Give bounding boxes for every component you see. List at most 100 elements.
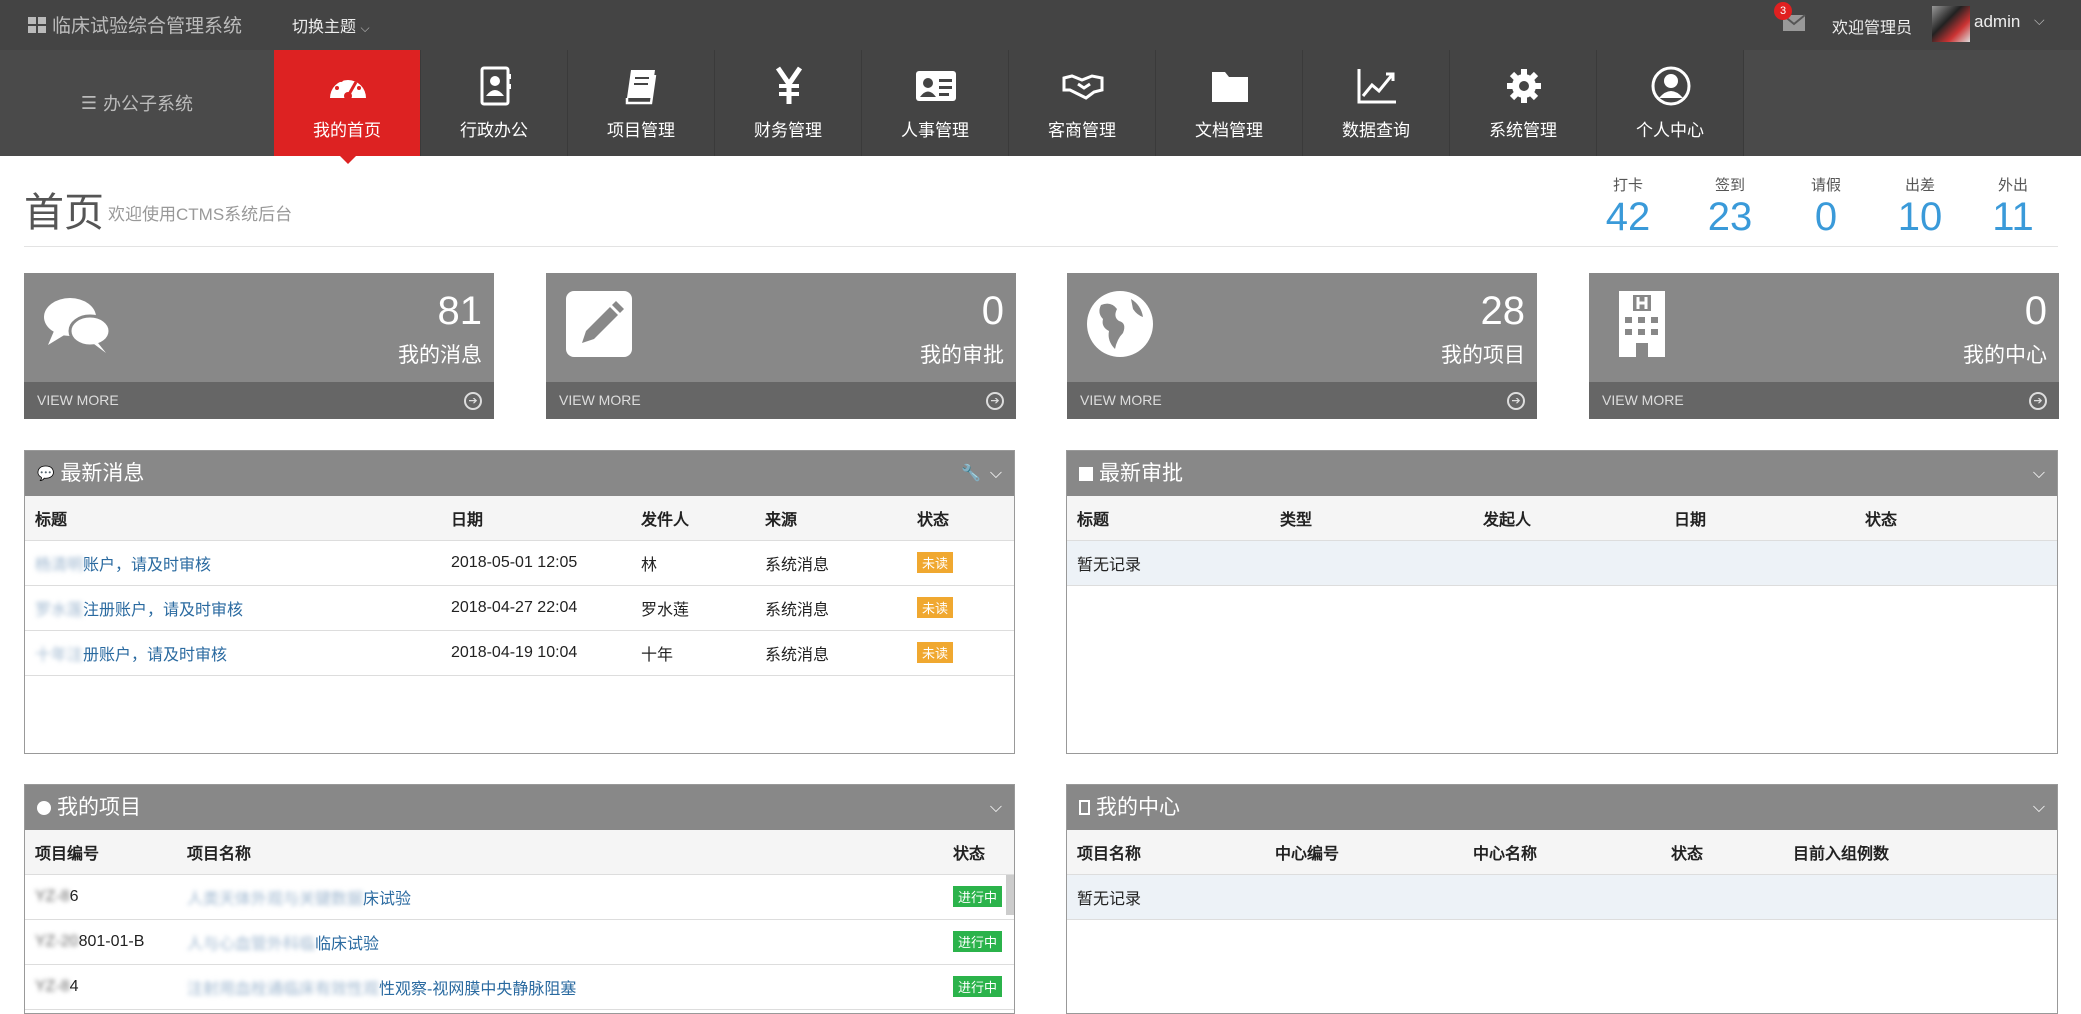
- status-badge: 未读: [917, 552, 954, 573]
- stat-clock-in: 打卡 42: [1588, 174, 1668, 239]
- project-code: YZ-84: [25, 964, 177, 1010]
- tile-my-messages[interactable]: 81 我的消息 VIEW MORE ➔: [24, 273, 494, 419]
- project-name-link[interactable]: 人与心血管外科临临床试验: [177, 919, 943, 965]
- column-header: 状态: [943, 830, 1014, 875]
- nav-item-finance[interactable]: 财务管理: [715, 50, 862, 156]
- subsystem-label: 办公子系统: [103, 94, 194, 114]
- stat-outing: 外出 11: [1973, 174, 2053, 239]
- arrow-right-icon: ➔: [464, 392, 482, 410]
- projects-table: 项目编号 项目名称 状态 YZ-86 人类天体外观与关键数据床试验 进行中 YZ…: [25, 830, 1014, 1010]
- table-row[interactable]: 罗水莲注册账户，请及时审核 2018-04-27 22:04 罗水莲 系统消息 …: [25, 585, 1014, 631]
- panel-my-projects: 我的项目 ⌵ 项目编号 项目名称 状态 YZ-86 人类天体外观与关键数据床试验…: [24, 784, 1015, 1014]
- chevron-down-icon[interactable]: ⌵: [990, 465, 1002, 482]
- nav-item-system[interactable]: 系统管理: [1450, 50, 1597, 156]
- table-header-row: 项目名称 中心编号 中心名称 状态 目前入组例数: [1067, 830, 2057, 875]
- user-menu[interactable]: admin: [1974, 12, 2020, 32]
- chevron-down-icon[interactable]: ⌵: [2033, 799, 2045, 816]
- status-badge: 进行中: [953, 886, 1003, 907]
- stat-label: 请假: [1810, 177, 1841, 194]
- redacted-text: YZ-20: [35, 932, 79, 950]
- top-bar: 临床试验综合管理系统 切换主题 ⌵ 3 欢迎管理员 admin ⌵: [0, 0, 2081, 50]
- nav-item-admin-office[interactable]: 行政办公: [421, 50, 568, 156]
- globe-icon: [37, 800, 51, 815]
- contacts-book-icon: [480, 66, 511, 106]
- user-circle-icon: [1651, 66, 1691, 106]
- message-source: 系统消息: [755, 630, 907, 676]
- message-title-link[interactable]: 罗水莲注册账户，请及时审核: [25, 585, 441, 631]
- nav-item-projects[interactable]: 项目管理: [568, 50, 715, 156]
- tile-label: 我的审批: [920, 344, 1004, 367]
- stat-value: 42: [1605, 195, 1651, 239]
- mail-button[interactable]: 3: [1774, 2, 1806, 32]
- project-code-text: 6: [69, 887, 79, 905]
- column-header: 发件人: [631, 496, 755, 541]
- centers-table: 项目名称 中心编号 中心名称 状态 目前入组例数 暂无记录: [1067, 830, 2057, 920]
- column-header: 标题: [25, 496, 441, 541]
- page-subtitle: 欢迎使用CTMS系统后台: [108, 205, 293, 224]
- view-more-label: VIEW MORE: [559, 392, 641, 408]
- chevron-down-icon[interactable]: ⌵: [990, 799, 1002, 816]
- nav-item-documents[interactable]: 文档管理: [1156, 50, 1303, 156]
- theme-switch-label: 切换主题: [292, 19, 357, 36]
- view-more-link[interactable]: VIEW MORE ➔: [546, 382, 1016, 419]
- chevron-down-icon[interactable]: ⌵: [2033, 465, 2045, 482]
- status-badge: 未读: [917, 642, 954, 663]
- view-more-link[interactable]: VIEW MORE ➔: [1589, 382, 2059, 419]
- tile-my-approvals[interactable]: 0 我的审批 VIEW MORE ➔: [546, 273, 1016, 419]
- nav-item-partners[interactable]: 客商管理: [1009, 50, 1156, 156]
- tile-my-centers[interactable]: 0 我的中心 VIEW MORE ➔: [1589, 273, 2059, 419]
- redacted-text: 罗水莲: [35, 601, 84, 619]
- app-brand[interactable]: 临床试验综合管理系统: [28, 11, 242, 38]
- redacted-text: 十年注: [35, 646, 84, 664]
- table-row: 暂无记录: [1067, 874, 2057, 920]
- status-cell: 未读: [907, 540, 1014, 586]
- status-cell: 进行中: [943, 919, 1014, 965]
- message-date: 2018-04-19 10:04: [441, 630, 631, 676]
- panel-header: 💬 最新消息 🔧 ⌵: [25, 451, 1014, 496]
- nav-item-home[interactable]: 我的首页: [274, 50, 421, 164]
- message-title-link[interactable]: 十年注册账户，请及时审核: [25, 630, 441, 676]
- empty-message: 暂无记录: [1067, 874, 2057, 920]
- avatar[interactable]: [1932, 6, 1970, 42]
- status-badge: 进行中: [953, 976, 1003, 997]
- tile-label: 我的中心: [1963, 344, 2047, 367]
- panel-latest-approvals: 最新审批 ⌵ 标题 类型 发起人 日期 状态 暂无记录: [1066, 450, 2058, 754]
- project-code-text: 801-01-B: [78, 932, 145, 950]
- welcome-text: 欢迎管理员: [1832, 20, 1913, 37]
- project-name-link[interactable]: 人类天体外观与关键数据床试验: [177, 874, 943, 920]
- table-row[interactable]: YZ-86 人类天体外观与关键数据床试验 进行中: [25, 874, 1014, 920]
- nav-label: 财务管理: [754, 121, 822, 140]
- table-row[interactable]: YZ-84 注射用血栓通临床有效性观性观察-视网膜中央静脉阻塞 进行中: [25, 964, 1014, 1010]
- table-row[interactable]: 杨清明账户，请及时审核 2018-05-01 12:05 林 系统消息 未读: [25, 540, 1014, 586]
- stat-leave: 请假 0: [1786, 174, 1866, 239]
- view-more-link[interactable]: VIEW MORE ➔: [24, 382, 494, 419]
- nav-label: 项目管理: [607, 121, 675, 140]
- redacted-text: YZ-8: [35, 977, 70, 995]
- message-date: 2018-05-01 12:05: [441, 540, 631, 586]
- view-more-link[interactable]: VIEW MORE ➔: [1067, 382, 1537, 419]
- tile-count: 81: [437, 289, 483, 333]
- message-title-link[interactable]: 杨清明账户，请及时审核: [25, 540, 441, 586]
- project-code: YZ-20801-01-B: [25, 919, 177, 965]
- nav-item-personal-center[interactable]: 个人中心: [1597, 50, 1744, 156]
- table-row[interactable]: 十年注册账户，请及时审核 2018-04-19 10:04 十年 系统消息 未读: [25, 630, 1014, 676]
- status-badge: 进行中: [953, 931, 1003, 952]
- theme-switch-dropdown[interactable]: 切换主题 ⌵: [292, 13, 370, 37]
- table-row[interactable]: YZ-20801-01-B 人与心血管外科临临床试验 进行中: [25, 919, 1014, 965]
- chevron-down-icon[interactable]: ⌵: [2034, 12, 2045, 29]
- nav-item-hr[interactable]: 人事管理: [862, 50, 1009, 156]
- message-sender: 罗水莲: [631, 585, 755, 631]
- tile-my-projects[interactable]: 28 我的项目 VIEW MORE ➔: [1067, 273, 1537, 419]
- column-header: 状态: [1661, 830, 1783, 875]
- scrollbar[interactable]: [1006, 875, 1014, 915]
- panel-title: 最新审批: [1099, 462, 1183, 485]
- chat-icon: 💬: [37, 465, 55, 481]
- project-name-link[interactable]: 注射用血栓通临床有效性观性观察-视网膜中央静脉阻塞: [177, 964, 943, 1010]
- wrench-icon[interactable]: 🔧: [961, 465, 981, 482]
- panel-header: 最新审批 ⌵: [1067, 451, 2057, 496]
- subsystem-switch[interactable]: ☰ 办公子系统: [0, 50, 274, 156]
- handshake-icon: [1062, 74, 1104, 100]
- nav-item-data-query[interactable]: 数据查询: [1303, 50, 1450, 156]
- table-row: 暂无记录: [1067, 540, 2057, 586]
- tile-count: 0: [981, 289, 1004, 333]
